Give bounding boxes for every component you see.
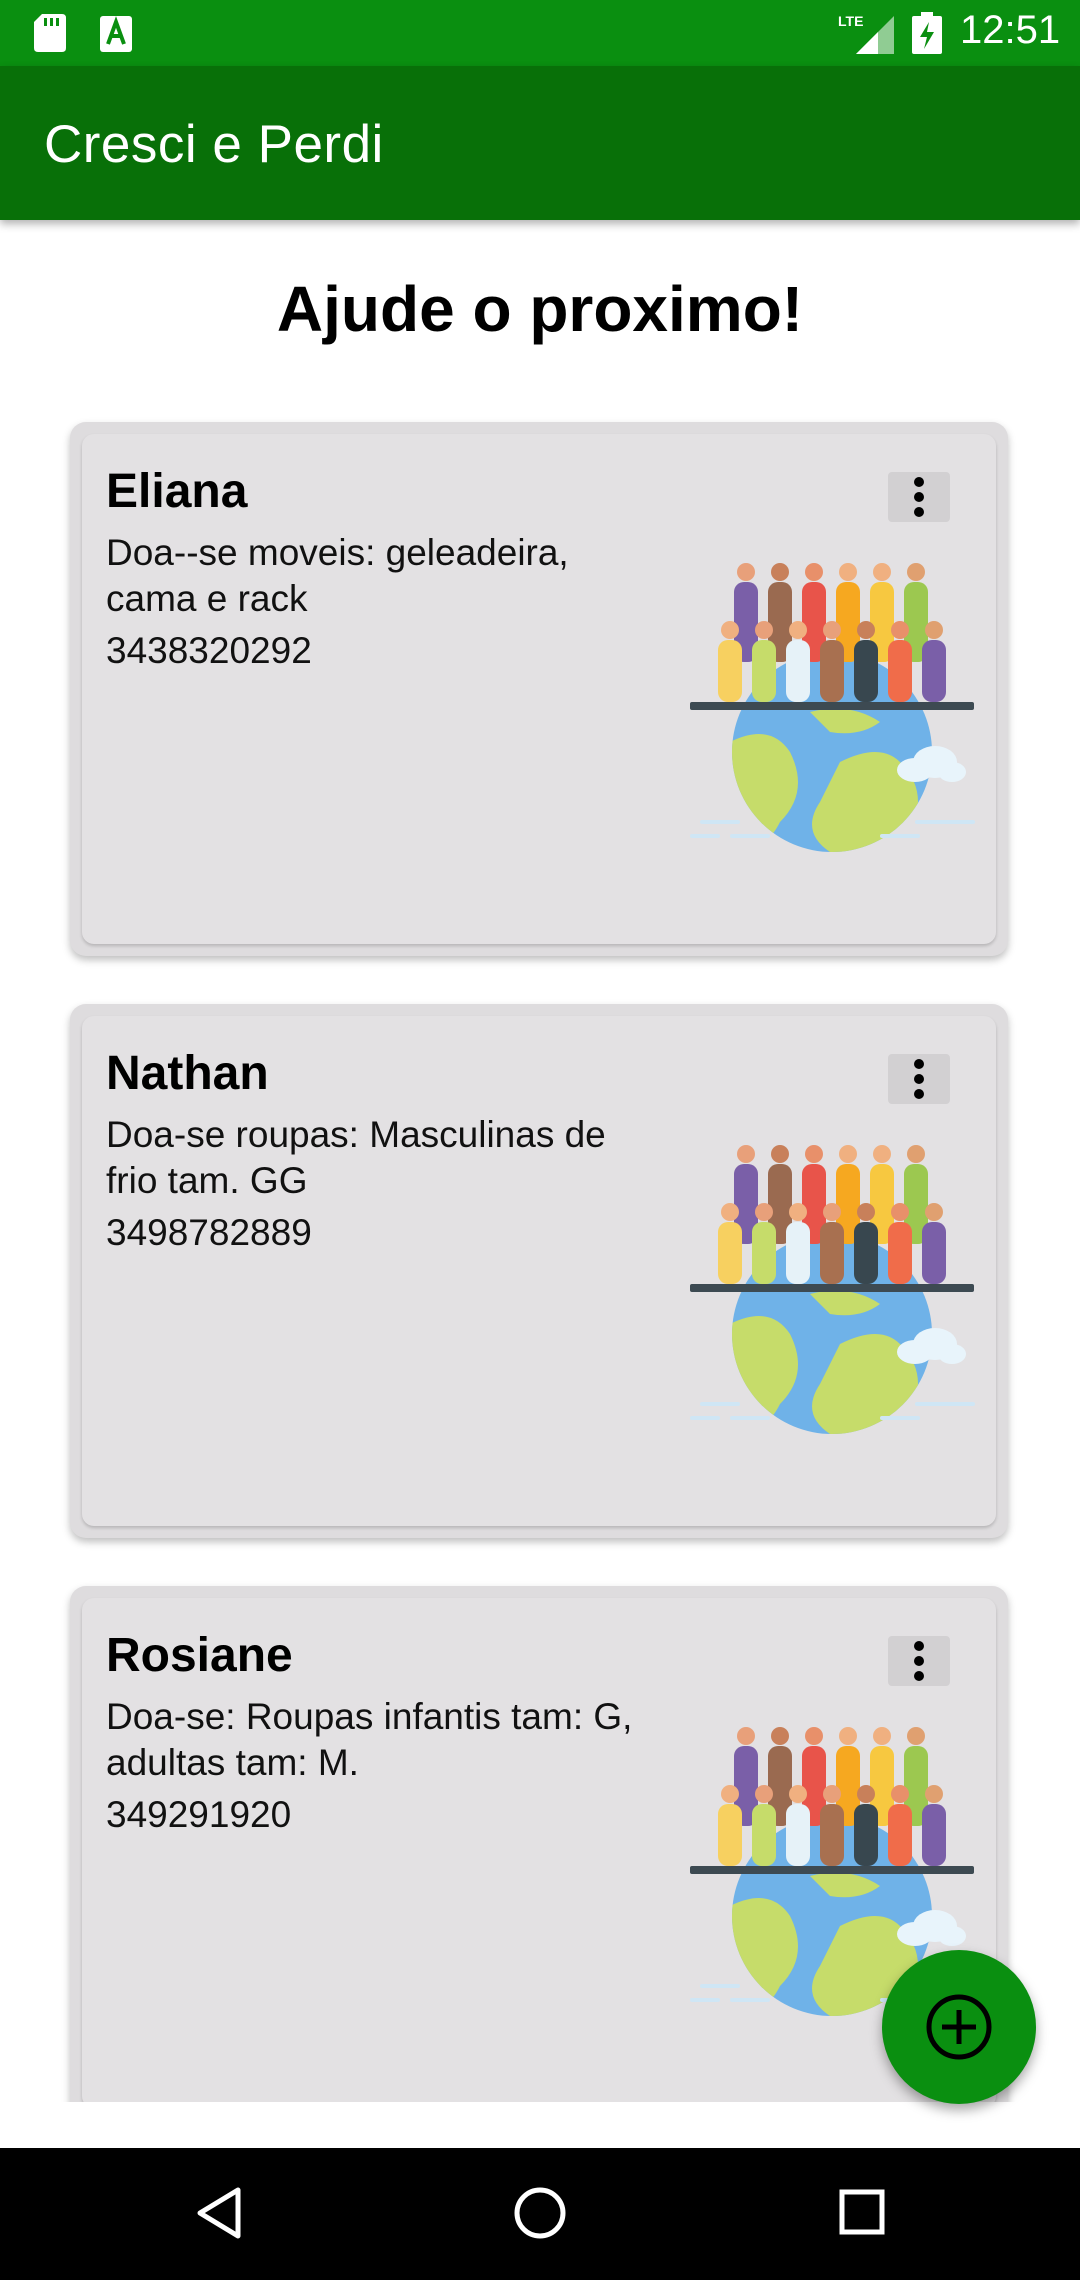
donation-description: Doa-se roupas: Masculinas de frio tam. G… [106,1114,606,1201]
network-label: LTE [838,13,863,29]
app-title: Cresci e Perdi [44,115,384,174]
card-body: Rosiane Doa-se: Roupas infantis tam: G, … [82,1598,996,2102]
donation-card-rosiane[interactable]: Rosiane Doa-se: Roupas infantis tam: G, … [70,1586,1008,2102]
status-bar: LTE 12:51 [0,0,1080,66]
donor-phone: 349291920 [106,1794,292,1835]
more-vert-icon [914,1059,924,1099]
system-nav-bar [0,2148,1080,2280]
donation-card-eliana[interactable]: Eliana Doa--se moveis: geleadeira, cama … [70,422,1008,956]
donor-name: Eliana [106,465,248,518]
a-notification-icon [100,16,132,52]
app-bar: Cresci e Perdi [0,66,1080,220]
add-post-button[interactable] [882,1950,1036,2104]
donor-name: Nathan [106,1047,269,1100]
more-vert-icon [914,477,924,517]
recents-icon[interactable] [838,2188,886,2236]
status-clock: 12:51 [960,8,1061,52]
battery-charging-icon [912,12,942,54]
donation-list[interactable]: Eliana Doa--se moveis: geleadeira, cama … [0,400,1080,2102]
donor-phone: 3498782889 [106,1212,312,1253]
card-body: Eliana Doa--se moveis: geleadeira, cama … [82,434,996,944]
donation-description: Doa--se moveis: geleadeira, cama e rack [106,532,569,619]
sd-card-icon [34,14,66,52]
back-icon[interactable] [194,2186,242,2240]
lte-signal-icon: LTE [838,13,894,54]
card-menu-button[interactable] [888,1636,950,1686]
add-circle-icon [926,1994,992,2060]
people-on-globe-illustration [690,1144,980,1434]
donation-card-nathan[interactable]: Nathan Doa-se roupas: Masculinas de frio… [70,1004,1008,1538]
donation-description: Doa-se: Roupas infantis tam: G, adultas … [106,1696,633,1783]
donor-name: Rosiane [106,1629,293,1682]
home-icon[interactable] [513,2186,567,2240]
more-vert-icon [914,1641,924,1681]
people-on-globe-illustration [690,562,980,852]
card-menu-button[interactable] [888,472,950,522]
page-heading: Ajude o proximo! [276,273,804,345]
donor-phone: 3438320292 [106,630,312,671]
card-body: Nathan Doa-se roupas: Masculinas de frio… [82,1016,996,1526]
card-menu-button[interactable] [888,1054,950,1104]
